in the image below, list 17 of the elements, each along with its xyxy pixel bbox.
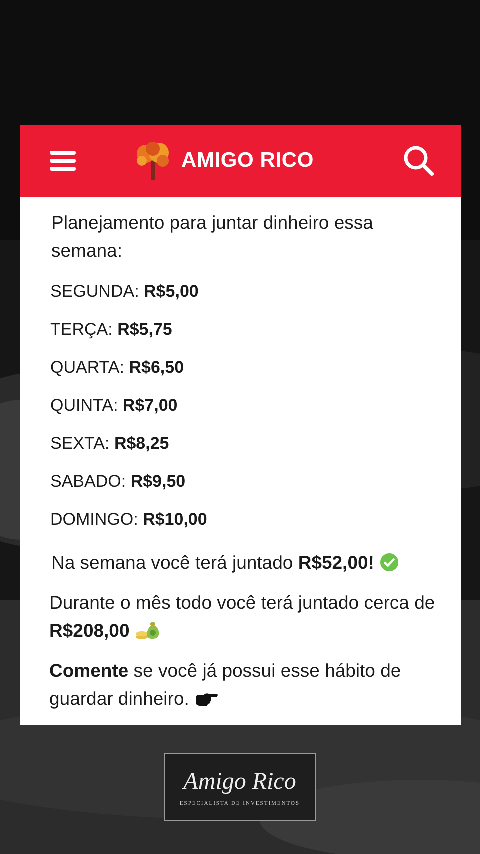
summary-text: Comente se você já possui esse hábito de guardar dinheiro.: [50, 659, 402, 711]
day-amount: TERÇA: R$5,75: [50, 319, 174, 341]
day-amount: SABADO: R$9,50: [50, 471, 187, 493]
search-icon[interactable]: [402, 145, 434, 177]
summary-text: Na semana você terá juntado R$52,00!: [52, 549, 440, 577]
summary-text: Durante o mês todo você terá juntado cerca de R$208,00: [50, 591, 436, 643]
day-amount: QUINTA: R$7,00: [50, 395, 179, 417]
check-icon: [380, 553, 399, 572]
brand-name: AMIGO RICO: [182, 149, 314, 173]
menu-icon[interactable]: [50, 150, 76, 172]
pointing-hand-icon: [194, 692, 219, 708]
day-amount: DOMINGO: R$10,00: [50, 509, 208, 531]
logo-wordmark: Amigo Rico: [184, 768, 296, 797]
day-amount: SEGUNDA: R$5,00: [50, 281, 200, 303]
intro-text: Planejamento para juntar dinheiro essa semana:: [52, 211, 374, 263]
day-amount: QUARTA: R$6,50: [50, 357, 186, 379]
day-amount: SEXTA: R$8,25: [50, 433, 170, 455]
